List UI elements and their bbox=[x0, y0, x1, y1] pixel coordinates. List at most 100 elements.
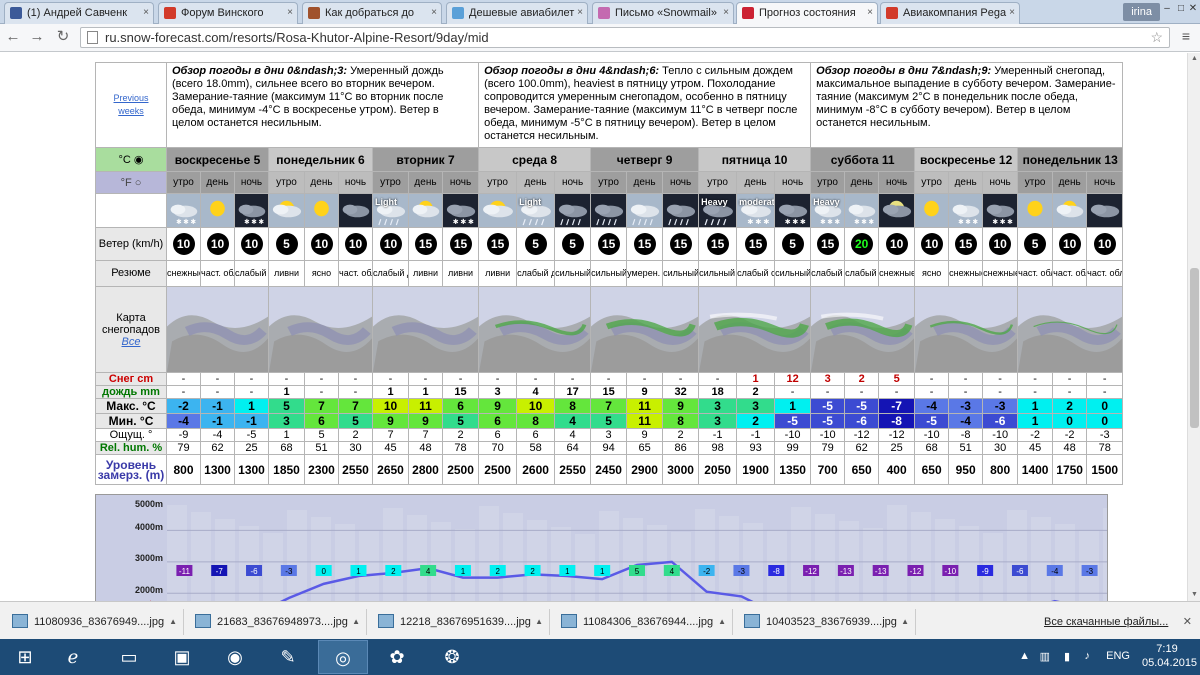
clock[interactable]: 7:19 05.04.2015 bbox=[1142, 642, 1197, 670]
chart-background-band bbox=[815, 514, 835, 601]
feels-like-cell: -1 bbox=[736, 428, 776, 442]
wind-speed-icon: 15 bbox=[449, 233, 472, 255]
snow-map-thumbnail[interactable] bbox=[166, 286, 269, 373]
ie-icon[interactable]: ℯ bbox=[48, 640, 98, 674]
tab-close-icon[interactable]: × bbox=[1009, 3, 1015, 23]
snow-map-image bbox=[373, 287, 478, 372]
cloud-icon bbox=[479, 194, 516, 227]
minimize-icon[interactable]: ‒ bbox=[1160, 2, 1174, 16]
snow-map-thumbnail[interactable] bbox=[810, 286, 916, 373]
chrome-icon[interactable]: ◎ bbox=[318, 640, 368, 674]
dropdown-arrow-icon[interactable]: ▲ bbox=[718, 609, 726, 635]
menu-icon[interactable]: ≡ bbox=[1178, 28, 1194, 44]
language-indicator[interactable]: ENG bbox=[1106, 650, 1130, 662]
top-temp-label: 5 bbox=[635, 567, 640, 576]
feels-like-cell: 6 bbox=[516, 428, 556, 442]
chart-background-band bbox=[599, 511, 619, 601]
all-downloads-link[interactable]: Все скачанные файлы... bbox=[1030, 609, 1168, 635]
tab-close-icon[interactable]: × bbox=[723, 3, 729, 23]
download-item[interactable]: 11084306_83676944....jpg ▲ bbox=[553, 609, 733, 635]
download-item[interactable]: 10403523_83676939....jpg ▲ bbox=[736, 609, 916, 635]
min-temp-cell: -5 bbox=[810, 413, 846, 429]
snow-map-thumbnail[interactable] bbox=[698, 286, 812, 373]
unit-fahrenheit-toggle[interactable]: °F ○ bbox=[95, 171, 167, 194]
tab-close-icon[interactable]: × bbox=[867, 3, 873, 23]
snow-map-thumbnail[interactable] bbox=[590, 286, 700, 373]
wind-cell: 10 bbox=[914, 227, 950, 261]
browser-tab[interactable]: Авиакомпания Pegа × bbox=[880, 2, 1020, 24]
paint-icon[interactable]: ✿ bbox=[372, 640, 422, 674]
top-temp-label: -13 bbox=[875, 567, 887, 576]
user-badge[interactable]: irina bbox=[1123, 3, 1160, 21]
download-item[interactable]: 12218_83676951639....jpg ▲ bbox=[370, 609, 550, 635]
back-icon[interactable]: ← bbox=[4, 28, 22, 46]
weather-icon-cell: ✱ ✱ ✱ moderate bbox=[736, 193, 776, 228]
snow-cell: - bbox=[200, 372, 235, 386]
previous-weeks-link[interactable]: Previous weeks bbox=[113, 93, 148, 116]
explorer-icon[interactable]: ▭ bbox=[104, 640, 154, 674]
radio-selected-icon[interactable]: ◉ bbox=[134, 154, 144, 166]
download-item[interactable]: 11080936_83676949....jpg ▲ bbox=[4, 609, 184, 635]
scroll-up-icon[interactable]: ▲ bbox=[1188, 53, 1200, 65]
snow-map-image bbox=[269, 287, 372, 372]
wind-speed-icon: 5 bbox=[275, 233, 298, 255]
browser-tab[interactable]: Дешевые авиабилет × bbox=[446, 2, 588, 24]
url-input[interactable]: ru.snow-forecast.com/resorts/Rosa-Khutor… bbox=[80, 27, 1170, 48]
app-icon[interactable]: ❂ bbox=[427, 640, 477, 674]
tab-close-icon[interactable]: × bbox=[287, 3, 293, 23]
unit-celsius-toggle[interactable]: °C ◉ bbox=[95, 147, 167, 172]
dropdown-arrow-icon[interactable]: ▲ bbox=[901, 609, 909, 635]
snow-map-thumbnail[interactable] bbox=[268, 286, 373, 373]
tab-close-icon[interactable]: × bbox=[143, 3, 149, 23]
weather-summary-cell: Обзор погоды в дни 7&ndash;9: Умеренный … bbox=[810, 62, 1124, 148]
start-icon[interactable]: ⊞ bbox=[0, 640, 50, 674]
dropdown-arrow-icon[interactable]: ▲ bbox=[535, 609, 543, 635]
tray-volume-icon[interactable]: ♪ bbox=[1085, 650, 1091, 662]
download-item[interactable]: 21683_83676948973....jpg ▲ bbox=[187, 609, 367, 635]
tab-close-icon[interactable]: × bbox=[577, 3, 583, 23]
humidity-cell: 48 bbox=[408, 441, 443, 455]
snow-map-thumbnail[interactable] bbox=[371, 286, 480, 373]
browser-tab[interactable]: Прогноз состояния × bbox=[736, 2, 878, 24]
bookmark-star-icon[interactable]: ☆ bbox=[1150, 28, 1163, 47]
browser-tab[interactable]: Как добраться до × bbox=[302, 2, 442, 24]
top-temp-marker: -3 bbox=[1081, 565, 1098, 576]
scrollbar[interactable]: ▲ ▼ bbox=[1187, 53, 1200, 601]
feels-like-cell: 2 bbox=[441, 428, 480, 442]
top-temp-marker: -2 bbox=[698, 565, 715, 576]
rain-cell: - bbox=[234, 385, 269, 399]
radio-icon[interactable]: ○ bbox=[135, 177, 142, 189]
top-temp-marker: -6 bbox=[1011, 565, 1028, 576]
chart-background-band bbox=[503, 513, 523, 601]
browser-tab[interactable]: (1) Андрей Савченк × bbox=[4, 2, 154, 24]
snow-map-thumbnail[interactable] bbox=[1017, 286, 1124, 373]
store-icon[interactable]: ▣ bbox=[157, 640, 207, 674]
media-icon[interactable]: ◉ bbox=[210, 640, 260, 674]
all-maps-link[interactable]: Все bbox=[122, 336, 141, 348]
wind-cell: 5 bbox=[774, 227, 812, 261]
snow-cell: - bbox=[338, 372, 373, 386]
notes-icon[interactable]: ✎ bbox=[263, 640, 313, 674]
dropdown-arrow-icon[interactable]: ▲ bbox=[169, 609, 177, 635]
dropdown-arrow-icon[interactable]: ▲ bbox=[352, 609, 360, 635]
weather-desc-cell: снежные ливни bbox=[878, 260, 916, 287]
close-downloads-icon[interactable]: ✕ bbox=[1183, 615, 1192, 628]
tray-network-icon[interactable]: ▥ bbox=[1040, 650, 1050, 663]
tray-signal-icon[interactable]: ▮ bbox=[1064, 650, 1070, 663]
browser-tab[interactable]: Письмо «Snowmail» × bbox=[592, 2, 734, 24]
max-temp-cell: 2 bbox=[1052, 398, 1088, 414]
close-window-icon[interactable]: ✕ bbox=[1186, 2, 1200, 16]
weather-desc-cell: част. облач. bbox=[1052, 260, 1088, 287]
scroll-down-icon[interactable]: ▼ bbox=[1188, 589, 1200, 601]
snow-map-thumbnail[interactable] bbox=[478, 286, 592, 373]
snow-map-thumbnail[interactable] bbox=[914, 286, 1019, 373]
scroll-thumb[interactable] bbox=[1190, 268, 1199, 428]
tab-close-icon[interactable]: × bbox=[431, 3, 437, 23]
reload-icon[interactable]: ↻ bbox=[54, 28, 72, 46]
min-temp-cell: -4 bbox=[948, 413, 984, 429]
weather-desc-cell: слабый снег bbox=[234, 260, 269, 287]
tray-up-icon[interactable]: ▲ bbox=[1019, 650, 1030, 662]
wind-cell: 15 bbox=[408, 227, 443, 261]
forward-icon[interactable]: → bbox=[28, 28, 46, 46]
browser-tab[interactable]: Форум Винского × bbox=[158, 2, 298, 24]
